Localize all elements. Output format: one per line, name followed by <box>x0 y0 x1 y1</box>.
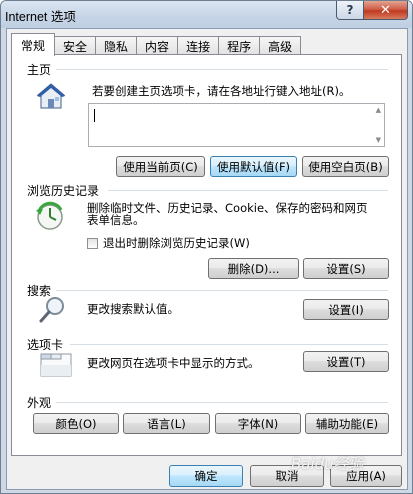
delete-history-button[interactable]: 删除(D)... <box>208 258 299 279</box>
tab-content[interactable]: 内容 <box>136 36 179 55</box>
search-description: 更改搜索默认值。 <box>87 302 179 316</box>
appearance-separator <box>56 402 388 403</box>
use-blank-button[interactable]: 使用空白页(B) <box>302 156 389 177</box>
close-button[interactable]: ✕ <box>363 1 408 20</box>
tabs-separator <box>70 344 388 345</box>
tabs-description: 更改网页在选项卡中显示的方式。 <box>87 356 260 370</box>
home-icon <box>36 82 66 113</box>
history-settings-button[interactable]: 设置(S) <box>303 258 389 279</box>
delete-on-exit-checkbox[interactable] <box>87 238 98 249</box>
use-current-button[interactable]: 使用当前页(C) <box>116 156 205 177</box>
search-icon <box>38 295 68 328</box>
tab-connections[interactable]: 连接 <box>177 36 220 55</box>
help-icon: ? <box>346 3 354 17</box>
watermark-text: Baidu经验 <box>291 455 364 473</box>
home-section-title: 主页 <box>27 63 52 77</box>
home-separator <box>56 69 388 70</box>
ok-button[interactable]: 确定 <box>169 465 243 487</box>
tabs-settings-button[interactable]: 设置(T) <box>303 351 389 372</box>
help-button[interactable]: ? <box>336 1 364 20</box>
tab-general[interactable]: 常规 <box>11 33 56 56</box>
internet-options-window: Internet 选项 ? ✕ 常规 安全 隐私 内容 连接 程序 高级 主页 <box>0 0 413 494</box>
history-separator <box>108 190 388 191</box>
scroll-down-icon[interactable]: ▼ <box>376 136 381 144</box>
general-tab-panel: 主页 若要创建主页选项卡，请在各地址行键入地址(R)。 ▲ ▼ 使用当前页(C)… <box>11 54 402 456</box>
history-clock-icon <box>35 201 67 234</box>
home-description: 若要创建主页选项卡，请在各地址行键入地址(R)。 <box>92 84 351 98</box>
colors-button[interactable]: 颜色(O) <box>33 413 119 434</box>
title-bar: Internet 选项 ? ✕ <box>1 1 412 28</box>
tab-programs[interactable]: 程序 <box>218 36 261 55</box>
fonts-button[interactable]: 字体(N) <box>215 413 301 434</box>
tab-privacy[interactable]: 隐私 <box>95 36 138 55</box>
search-settings-button[interactable]: 设置(I) <box>303 299 389 320</box>
delete-on-exit-label: 退出时删除浏览历史记录(W) <box>103 236 250 250</box>
tabs-window-icon <box>40 351 74 382</box>
history-section-title: 浏览历史记录 <box>27 184 100 198</box>
history-description-line2: 表单信息。 <box>87 213 145 227</box>
home-address-input[interactable]: ▲ ▼ <box>88 103 385 147</box>
use-default-button[interactable]: 使用默认值(F) <box>210 156 297 177</box>
search-separator <box>56 290 388 291</box>
accessibility-button[interactable]: 辅助功能(E) <box>305 413 389 434</box>
close-icon: ✕ <box>380 2 391 18</box>
tab-advanced[interactable]: 高级 <box>259 36 302 55</box>
tab-security[interactable]: 安全 <box>54 36 97 55</box>
appearance-section-title: 外观 <box>27 396 52 410</box>
text-caret <box>94 109 95 122</box>
scroll-up-icon[interactable]: ▲ <box>376 106 381 114</box>
languages-button[interactable]: 语言(L) <box>123 413 210 434</box>
dialog-body: 常规 安全 隐私 内容 连接 程序 高级 主页 若要创建主页选项卡，请在各地址行… <box>6 28 408 490</box>
window-title: Internet 选项 <box>5 10 76 24</box>
tab-strip: 常规 安全 隐私 内容 连接 程序 高级 <box>11 32 302 56</box>
